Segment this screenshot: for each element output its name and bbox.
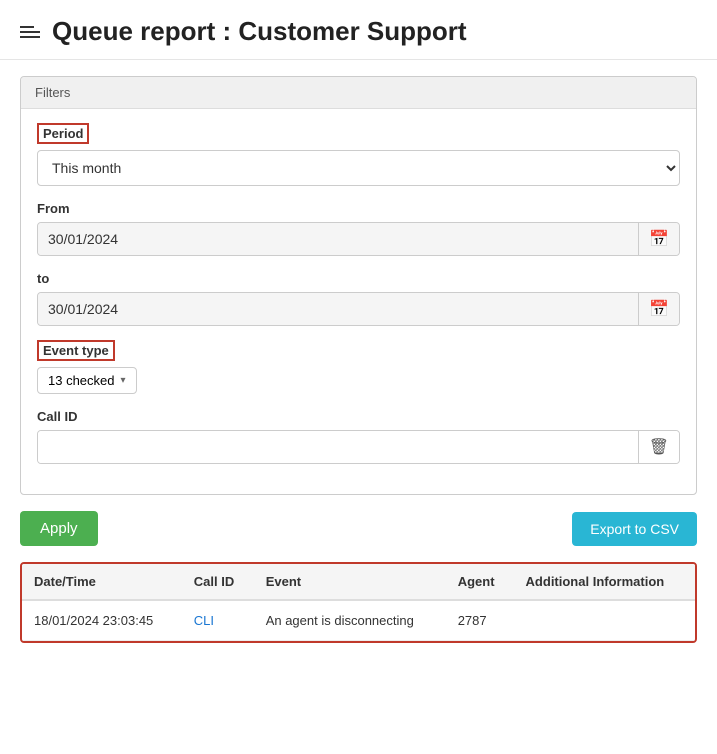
period-select[interactable]: This month Today Yesterday This week Las… [37,150,680,186]
table-row: 18/01/2024 23:03:45 CLI An agent is disc… [22,600,695,641]
col-event: Event [254,564,446,600]
col-agent: Agent [446,564,514,600]
from-date-wrapper: 📅 [37,222,680,256]
period-label: Period [37,123,89,144]
filters-header: Filters [21,77,696,109]
apply-button[interactable]: Apply [20,511,98,546]
trash-icon: 🗑 [649,439,669,456]
cell-agent: 2787 [446,600,514,641]
page-header: Queue report : Customer Support [0,0,717,60]
period-row: Period This month Today Yesterday This w… [37,123,680,186]
col-call-id: Call ID [182,564,254,600]
cli-link[interactable]: CLI [194,613,214,628]
results-table: Date/Time Call ID Event Agent Additional… [20,562,697,643]
calendar-icon-2: 📅 [649,301,669,318]
cell-event: An agent is disconnecting [254,600,446,641]
event-type-row: Event type 13 checked ▾ [37,340,680,394]
from-row: From 📅 [37,200,680,256]
call-id-label: Call ID [37,409,77,424]
call-id-wrapper: 🗑 [37,430,680,464]
to-date-input[interactable] [38,293,638,325]
table-header-row: Date/Time Call ID Event Agent Additional… [22,564,695,600]
from-calendar-button[interactable]: 📅 [638,223,679,255]
to-label: to [37,271,49,286]
cell-call-id[interactable]: CLI [182,600,254,641]
event-type-label: Event type [37,340,115,361]
cell-datetime: 18/01/2024 23:03:45 [22,600,182,641]
filters-section: Filters Period This month Today Yesterda… [20,76,697,495]
event-type-dropdown[interactable]: 13 checked ▾ [37,367,137,394]
call-id-row: Call ID 🗑 [37,408,680,464]
to-date-wrapper: 📅 [37,292,680,326]
to-row: to 📅 [37,270,680,326]
from-date-input[interactable] [38,223,638,255]
page-title: Queue report : Customer Support [52,16,467,47]
col-additional: Additional Information [514,564,695,600]
to-calendar-button[interactable]: 📅 [638,293,679,325]
filters-body: Period This month Today Yesterday This w… [21,109,696,494]
calendar-icon: 📅 [649,231,669,248]
col-datetime: Date/Time [22,564,182,600]
cell-additional [514,600,695,641]
from-label: From [37,201,70,216]
chevron-down-icon: ▾ [121,375,126,386]
export-button[interactable]: Export to CSV [572,512,697,546]
event-type-count: 13 checked [48,373,115,388]
call-id-clear-button[interactable]: 🗑 [638,431,679,463]
filters-label: Filters [35,85,70,100]
menu-icon [20,26,40,38]
call-id-input[interactable] [38,431,638,463]
actions-row: Apply Export to CSV [20,511,697,546]
